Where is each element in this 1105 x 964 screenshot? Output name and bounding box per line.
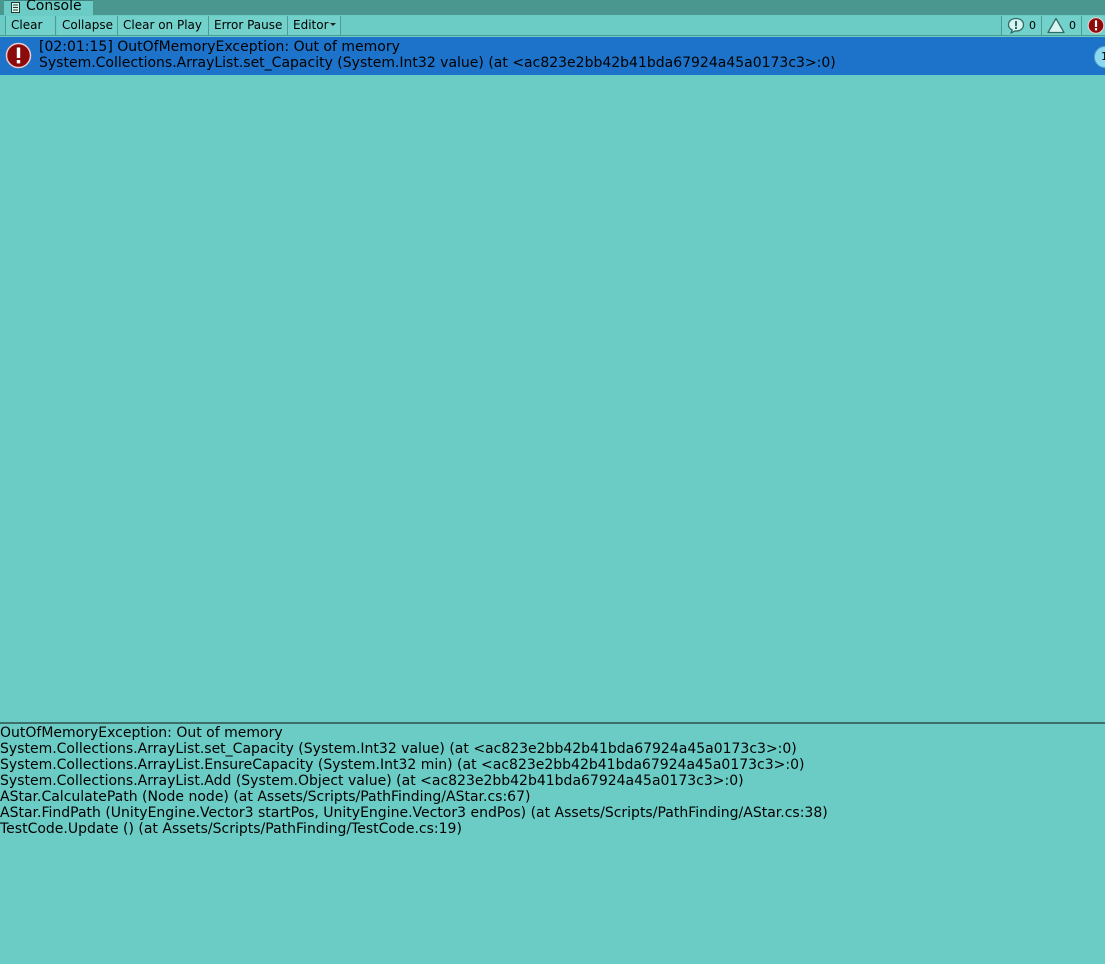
stack-trace-line[interactable]: AStar.CalculatePath (Node node) (at Asse… [0, 789, 1105, 805]
log-entry-message: [02:01:15] OutOfMemoryException: Out of … [39, 39, 400, 55]
warning-icon [1047, 17, 1065, 34]
log-entry-count-badge: 1 [1094, 46, 1105, 68]
stack-trace-line: OutOfMemoryException: Out of memory [0, 725, 283, 741]
log-entry-selected[interactable]: [02:01:15] OutOfMemoryException: Out of … [0, 37, 1105, 75]
stack-trace-line[interactable]: TestCode.Update () (at Assets/Scripts/Pa… [0, 821, 1105, 837]
error-icon [5, 42, 32, 69]
stack-trace-line: System.Collections.ArrayList.Add (System… [0, 773, 744, 789]
tab-bar: Console [0, 0, 1105, 15]
console-icon [11, 2, 20, 13]
console-toolbar: Clear Collapse Clear on Play Error Pause… [0, 15, 1105, 36]
clear-on-play-toggle[interactable]: Clear on Play [118, 16, 209, 35]
info-icon [1007, 17, 1025, 34]
log-entry-count: 1 [1101, 50, 1105, 63]
error-pause-toggle[interactable]: Error Pause [209, 16, 288, 35]
warning-count: 0 [1069, 19, 1076, 32]
stack-trace-line: System.Collections.ArrayList.EnsureCapac… [0, 757, 805, 773]
collapse-toggle[interactable]: Collapse [57, 16, 118, 35]
editor-dropdown[interactable]: Editor [288, 16, 341, 35]
error-filter-toggle[interactable] [1081, 16, 1105, 35]
stack-trace-line[interactable]: AStar.FindPath (UnityEngine.Vector3 star… [0, 805, 1105, 821]
stack-trace-panel: OutOfMemoryException: Out of memory Syst… [0, 725, 1105, 837]
clear-button[interactable]: Clear [5, 16, 56, 35]
editor-dropdown-label: Editor [293, 18, 329, 32]
warning-filter-toggle[interactable]: 0 [1041, 16, 1081, 35]
info-filter-toggle[interactable]: 0 [1001, 16, 1041, 35]
panel-splitter[interactable] [0, 722, 1105, 724]
stack-trace-line: System.Collections.ArrayList.set_Capacit… [0, 741, 797, 757]
error-icon [1087, 17, 1105, 34]
tab-console[interactable]: Console [4, 0, 93, 15]
log-entry-stack-first-line: System.Collections.ArrayList.set_Capacit… [39, 55, 836, 71]
chevron-down-icon [330, 23, 336, 26]
info-count: 0 [1029, 19, 1036, 32]
tab-label: Console [26, 0, 82, 14]
